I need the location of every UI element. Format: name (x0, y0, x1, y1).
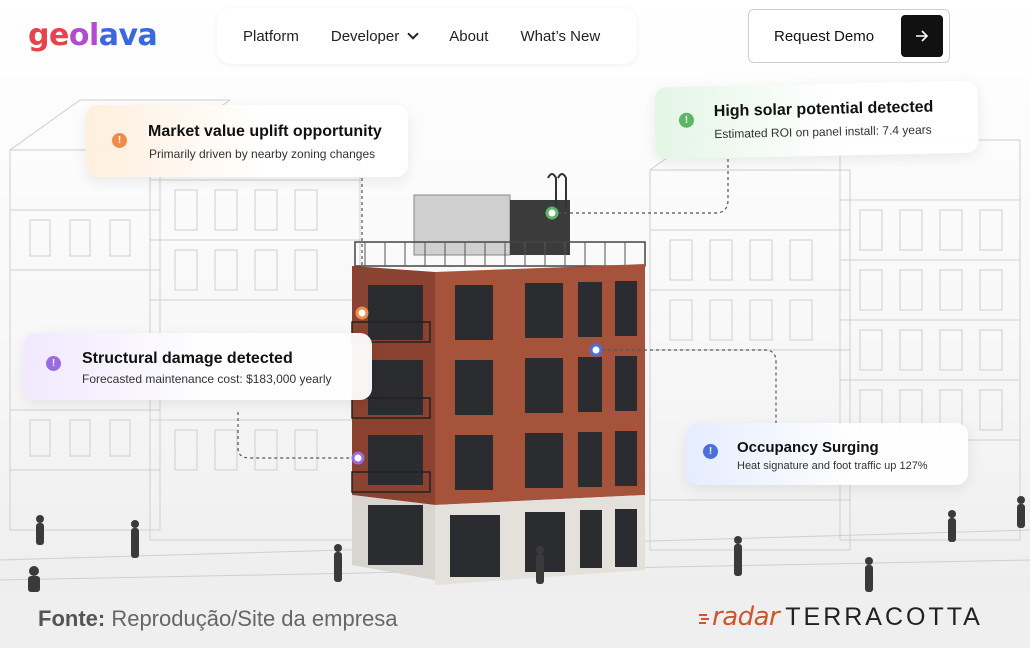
card-occupancy[interactable]: ! Occupancy Surging Heat signature and f… (686, 423, 968, 485)
card-subtitle: Primarily driven by nearby zoning change… (149, 147, 376, 161)
credit-label: Fonte: (38, 606, 106, 631)
card-structural-damage[interactable]: ! Structural damage detected Forecasted … (24, 333, 372, 400)
card-title: High solar potential detected (713, 98, 934, 121)
chevron-down-icon (407, 28, 419, 40)
nav-label: Platform (243, 27, 299, 45)
nav-platform[interactable]: Platform (243, 28, 299, 45)
credit-text: Reprodução/Site da empresa (105, 606, 398, 631)
card-solar-potential[interactable]: ! High solar potential detected Estimate… (654, 80, 979, 160)
radar-terracotta-logo: radar TERRACOTTA (698, 602, 983, 632)
nav-label: Developer (330, 27, 400, 45)
card-title: Market value uplift opportunity (148, 123, 382, 140)
request-demo-label: Request Demo (774, 27, 875, 45)
hero-section: geolava Platform Developer About What’s … (0, 0, 1030, 592)
main-nav: Platform Developer About What’s New (217, 8, 637, 64)
image-credit: Fonte: Reprodução/Site da empresa (38, 606, 398, 632)
alert-icon: ! (112, 133, 127, 148)
hotspot-occupancy[interactable] (589, 343, 603, 357)
nav-label: What’s New (520, 27, 601, 45)
logo-text-part: ava (98, 18, 158, 53)
alert-icon: ! (46, 356, 61, 371)
hotspot-solar[interactable] (545, 206, 559, 220)
image-credit-bar: Fonte: Reprodução/Site da empresa radar … (0, 592, 1030, 648)
radar-waves-icon (699, 614, 709, 624)
hotspot-structural[interactable] (351, 451, 365, 465)
request-demo-button[interactable]: Request Demo (748, 9, 950, 63)
card-title: Occupancy Surging (737, 439, 879, 456)
card-subtitle: Heat signature and foot traffic up 127% (737, 460, 928, 472)
geolava-logo[interactable]: geolava (28, 18, 158, 53)
brand-radar: radar (712, 602, 780, 632)
nav-label: About (449, 27, 489, 45)
nav-about[interactable]: About (449, 28, 488, 45)
nav-developer[interactable]: Developer (330, 27, 419, 45)
logo-text-part: ol (68, 18, 99, 53)
alert-icon: ! (703, 444, 718, 459)
card-subtitle: Forecasted maintenance cost: $183,000 ye… (82, 372, 332, 386)
logo-text-part: ge (28, 18, 69, 53)
card-subtitle: Estimated ROI on panel install: 7.4 year… (714, 122, 932, 142)
hotspot-market[interactable] (355, 306, 369, 320)
card-title: Structural damage detected (82, 350, 293, 367)
card-market-value[interactable]: ! Market value uplift opportunity Primar… (86, 105, 408, 177)
arrow-right-icon (901, 15, 943, 57)
nav-whats-new[interactable]: What’s New (520, 28, 600, 45)
main-building (351, 173, 646, 585)
alert-icon: ! (678, 112, 695, 128)
brand-terracotta: TERRACOTTA (785, 603, 983, 631)
